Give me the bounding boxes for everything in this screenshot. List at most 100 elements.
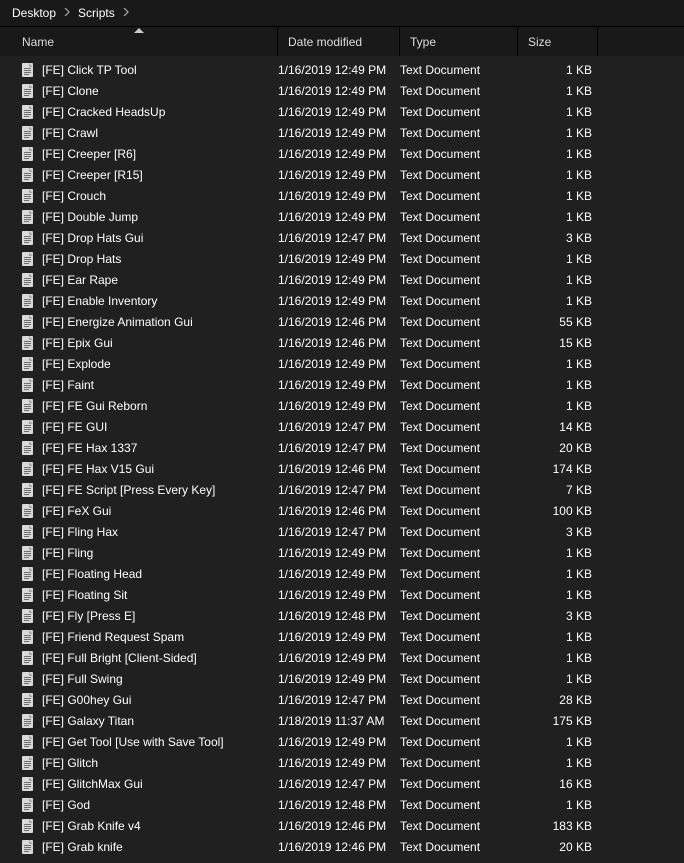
file-name: [FE] Grab Knife v4	[42, 819, 278, 833]
column-header-name[interactable]: Name	[0, 27, 278, 57]
file-row[interactable]: [FE] Glitch1/16/2019 12:49 PMText Docume…	[0, 752, 684, 773]
breadcrumb-text: Desktop	[12, 6, 56, 20]
file-type: Text Document	[400, 126, 518, 140]
file-size: 3 KB	[518, 609, 598, 623]
file-size: 16 KB	[518, 777, 598, 791]
text-file-icon	[20, 356, 36, 372]
file-row[interactable]: [FE] Grab knife1/16/2019 12:46 PMText Do…	[0, 836, 684, 857]
file-name: [FE] God	[42, 798, 278, 812]
file-name: [FE] Faint	[42, 378, 278, 392]
file-row[interactable]: [FE] Full Bright [Client-Sided]1/16/2019…	[0, 647, 684, 668]
file-type: Text Document	[400, 399, 518, 413]
file-row[interactable]: [FE] Faint1/16/2019 12:49 PMText Documen…	[0, 374, 684, 395]
text-file-icon	[20, 251, 36, 267]
file-row[interactable]: [FE] FE Gui Reborn1/16/2019 12:49 PMText…	[0, 395, 684, 416]
file-date: 1/16/2019 12:49 PM	[278, 252, 400, 266]
file-name: [FE] Explode	[42, 357, 278, 371]
file-name: [FE] G00hey Gui	[42, 693, 278, 707]
file-row[interactable]: [FE] Fling Hax1/16/2019 12:47 PMText Doc…	[0, 521, 684, 542]
file-row[interactable]: [FE] Floating Head1/16/2019 12:49 PMText…	[0, 563, 684, 584]
file-name: [FE] Floating Sit	[42, 588, 278, 602]
file-row[interactable]: [FE] G00hey Gui1/16/2019 12:47 PMText Do…	[0, 689, 684, 710]
breadcrumb-segment[interactable]: Scripts	[74, 0, 119, 26]
file-row[interactable]: [FE] Crawl1/16/2019 12:49 PMText Documen…	[0, 122, 684, 143]
file-date: 1/16/2019 12:49 PM	[278, 147, 400, 161]
file-row[interactable]: [FE] Explode1/16/2019 12:49 PMText Docum…	[0, 353, 684, 374]
file-row[interactable]: [FE] Click TP Tool1/16/2019 12:49 PMText…	[0, 59, 684, 80]
breadcrumb-segment[interactable]: Desktop	[8, 0, 60, 26]
file-row[interactable]: [FE] Cracked HeadsUp1/16/2019 12:49 PMTe…	[0, 101, 684, 122]
file-size: 1 KB	[518, 546, 598, 560]
file-row[interactable]: [FE] Creeper [R6]1/16/2019 12:49 PMText …	[0, 143, 684, 164]
file-row[interactable]: [FE] Drop Hats1/16/2019 12:49 PMText Doc…	[0, 248, 684, 269]
file-type: Text Document	[400, 777, 518, 791]
file-type: Text Document	[400, 546, 518, 560]
text-file-icon	[20, 839, 36, 855]
file-size: 183 KB	[518, 819, 598, 833]
sort-asc-icon	[134, 26, 144, 35]
file-date: 1/16/2019 12:47 PM	[278, 525, 400, 539]
file-date: 1/16/2019 12:49 PM	[278, 63, 400, 77]
file-size: 1 KB	[518, 84, 598, 98]
file-name: [FE] Ear Rape	[42, 273, 278, 287]
file-row[interactable]: [FE] Ear Rape1/16/2019 12:49 PMText Docu…	[0, 269, 684, 290]
file-name: [FE] Fly [Press E]	[42, 609, 278, 623]
file-name: [FE] Glitch	[42, 756, 278, 770]
text-file-icon	[20, 629, 36, 645]
file-type: Text Document	[400, 189, 518, 203]
file-row[interactable]: [FE] Floating Sit1/16/2019 12:49 PMText …	[0, 584, 684, 605]
text-file-icon	[20, 377, 36, 393]
text-file-icon	[20, 755, 36, 771]
text-file-icon	[20, 83, 36, 99]
file-row[interactable]: [FE] Drop Hats Gui1/16/2019 12:47 PMText…	[0, 227, 684, 248]
file-row[interactable]: [FE] FE Hax V15 Gui1/16/2019 12:46 PMTex…	[0, 458, 684, 479]
file-row[interactable]: [FE] Galaxy Titan1/18/2019 11:37 AMText …	[0, 710, 684, 731]
text-file-icon	[20, 419, 36, 435]
file-type: Text Document	[400, 798, 518, 812]
file-row[interactable]: [FE] GlitchMax Gui1/16/2019 12:47 PMText…	[0, 773, 684, 794]
file-row[interactable]: [FE] Grab Knife v41/16/2019 12:46 PMText…	[0, 815, 684, 836]
file-row[interactable]: [FE] Crouch1/16/2019 12:49 PMText Docume…	[0, 185, 684, 206]
file-list[interactable]: [FE] City 76 Hide Name1/16/2019 12:49 PM…	[0, 56, 684, 863]
file-type: Text Document	[400, 105, 518, 119]
file-row[interactable]: [FE] Full Swing1/16/2019 12:49 PMText Do…	[0, 668, 684, 689]
file-date: 1/16/2019 12:49 PM	[278, 168, 400, 182]
file-type: Text Document	[400, 609, 518, 623]
file-row[interactable]: [FE] Double Jump1/16/2019 12:49 PMText D…	[0, 206, 684, 227]
file-row[interactable]: [FE] Get Tool [Use with Save Tool]1/16/2…	[0, 731, 684, 752]
file-date: 1/16/2019 12:47 PM	[278, 483, 400, 497]
file-row[interactable]: [FE] Epix Gui1/16/2019 12:46 PMText Docu…	[0, 332, 684, 353]
file-row[interactable]: [FE] Enable Inventory1/16/2019 12:49 PMT…	[0, 290, 684, 311]
file-date: 1/16/2019 12:49 PM	[278, 378, 400, 392]
file-row[interactable]: [FE] FE Hax 13371/16/2019 12:47 PMText D…	[0, 437, 684, 458]
file-row[interactable]: [FE] Energize Animation Gui1/16/2019 12:…	[0, 311, 684, 332]
text-file-icon	[20, 104, 36, 120]
column-header-type[interactable]: Type	[400, 27, 518, 57]
file-type: Text Document	[400, 504, 518, 518]
text-file-icon	[20, 335, 36, 351]
file-row[interactable]: [FE] Clone1/16/2019 12:49 PMText Documen…	[0, 80, 684, 101]
file-name: [FE] FE Hax 1337	[42, 441, 278, 455]
file-date: 1/16/2019 12:49 PM	[278, 546, 400, 560]
address-bar[interactable]: Desktop Scripts	[0, 0, 684, 27]
file-row[interactable]: [FE] FE Script [Press Every Key]1/16/201…	[0, 479, 684, 500]
text-file-icon	[20, 545, 36, 561]
file-name: [FE] Cracked HeadsUp	[42, 105, 278, 119]
text-file-icon	[20, 209, 36, 225]
file-size: 1 KB	[518, 357, 598, 371]
text-file-icon	[20, 272, 36, 288]
text-file-icon	[20, 608, 36, 624]
file-date: 1/16/2019 12:49 PM	[278, 735, 400, 749]
file-row[interactable]: [FE] Friend Request Spam1/16/2019 12:49 …	[0, 626, 684, 647]
file-row[interactable]: [FE] FeX Gui1/16/2019 12:46 PMText Docum…	[0, 500, 684, 521]
file-row[interactable]: [FE] God1/16/2019 12:48 PMText Document1…	[0, 794, 684, 815]
file-row[interactable]: [FE] Fly [Press E]1/16/2019 12:48 PMText…	[0, 605, 684, 626]
file-row[interactable]: [FE] Creeper [R15]1/16/2019 12:49 PMText…	[0, 164, 684, 185]
file-row[interactable]: [FE] FE GUI1/16/2019 12:47 PMText Docume…	[0, 416, 684, 437]
file-size: 1 KB	[518, 105, 598, 119]
file-date: 1/16/2019 12:47 PM	[278, 777, 400, 791]
file-row[interactable]: [FE] Fling1/16/2019 12:49 PMText Documen…	[0, 542, 684, 563]
text-file-icon	[20, 503, 36, 519]
column-header-size[interactable]: Size	[518, 27, 598, 57]
column-header-date[interactable]: Date modified	[278, 27, 400, 57]
